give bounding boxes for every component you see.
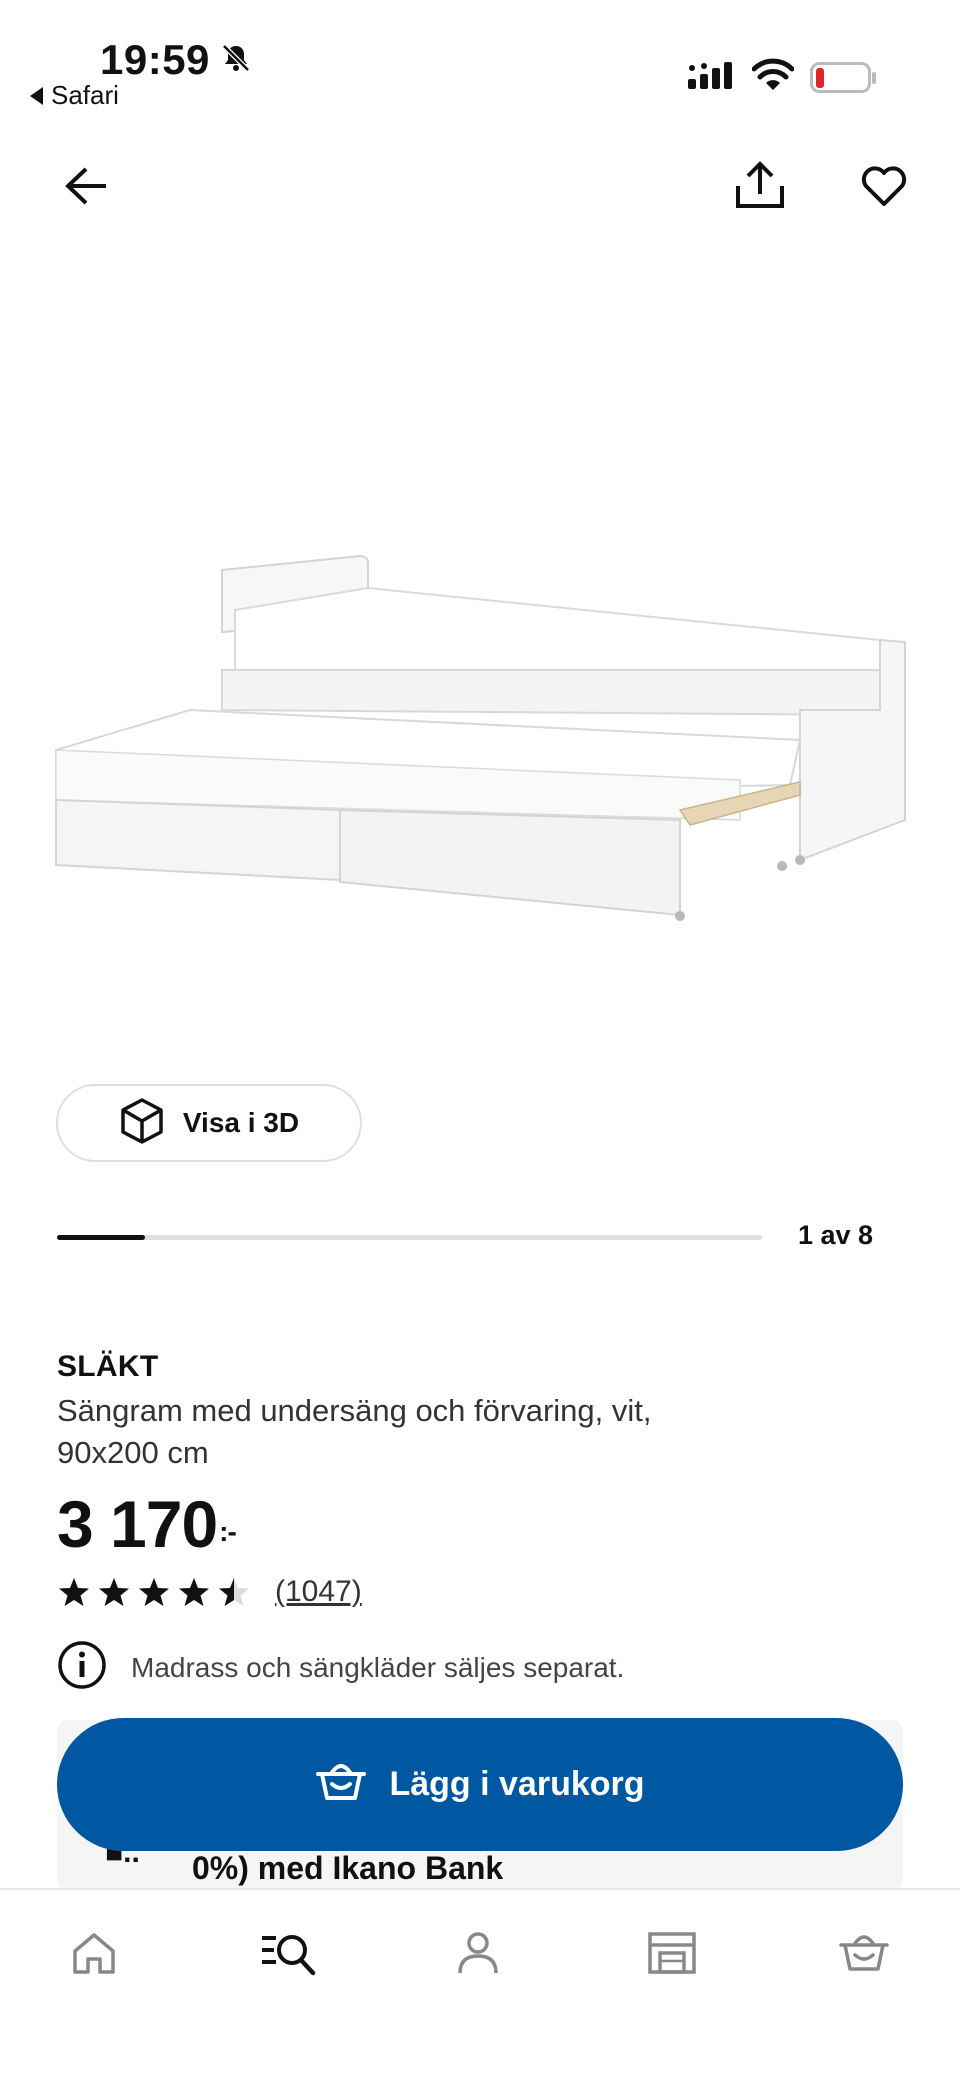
product-image[interactable] bbox=[40, 520, 920, 940]
cube-icon bbox=[119, 1097, 165, 1150]
basket-icon bbox=[315, 1760, 367, 1809]
cellular-signal-icon bbox=[688, 62, 736, 97]
status-bar: 19:59 Safari bbox=[0, 0, 960, 120]
star-icon bbox=[179, 1578, 209, 1606]
share-button[interactable] bbox=[728, 155, 792, 219]
product-notice: Madrass och sängkläder säljes separat. bbox=[57, 1640, 624, 1695]
star-icon bbox=[219, 1578, 249, 1606]
rating-count[interactable]: (1047) bbox=[275, 1575, 362, 1609]
gallery-progress bbox=[57, 1235, 762, 1240]
finance-text: 0%) med Ikano Bank bbox=[192, 1850, 504, 1886]
back-triangle-icon bbox=[30, 86, 43, 105]
back-app-label: Safari bbox=[51, 80, 119, 110]
cart-icon bbox=[838, 1931, 890, 1980]
home-icon bbox=[71, 1931, 117, 1980]
tab-home[interactable] bbox=[54, 1920, 134, 1990]
tab-cart[interactable] bbox=[824, 1920, 904, 1990]
status-time: 19:59 bbox=[100, 36, 210, 83]
product-rating[interactable]: (1047) bbox=[57, 1575, 362, 1609]
heart-icon bbox=[861, 165, 907, 212]
tab-profile[interactable] bbox=[438, 1920, 518, 1990]
rating-stars bbox=[57, 1576, 251, 1608]
view-3d-button[interactable]: Visa i 3D bbox=[56, 1084, 362, 1162]
share-icon bbox=[734, 160, 786, 215]
battery-icon bbox=[810, 62, 878, 99]
info-icon bbox=[57, 1640, 107, 1695]
profile-icon bbox=[456, 1930, 500, 1981]
notice-text: Madrass och sängkläder säljes separat. bbox=[131, 1651, 625, 1683]
gallery-progress-fill bbox=[57, 1235, 146, 1240]
arrow-left-icon bbox=[64, 166, 108, 211]
tab-search[interactable] bbox=[248, 1920, 328, 1990]
tab-store[interactable] bbox=[632, 1920, 712, 1990]
back-to-safari[interactable]: Safari bbox=[30, 80, 119, 111]
store-icon bbox=[647, 1931, 697, 1980]
favourite-button[interactable] bbox=[852, 158, 916, 218]
search-icon bbox=[260, 1930, 316, 1981]
bell-muted-icon bbox=[220, 42, 252, 79]
price-suffix: :- bbox=[219, 1516, 237, 1547]
star-icon bbox=[99, 1578, 129, 1606]
product-price: 3 170 :- bbox=[57, 1486, 237, 1562]
view-3d-label: Visa i 3D bbox=[182, 1107, 300, 1138]
bottom-tab-bar bbox=[0, 1888, 960, 2087]
star-icon bbox=[59, 1578, 89, 1606]
product-description: Sängram med undersäng och förvaring, vit… bbox=[57, 1393, 652, 1470]
gallery-position: 1 av 8 bbox=[798, 1220, 874, 1250]
star-icon bbox=[139, 1578, 169, 1606]
add-to-cart-button[interactable]: Lägg i varukorg bbox=[57, 1718, 903, 1851]
add-to-cart-label: Lägg i varukorg bbox=[389, 1765, 645, 1803]
price-value: 3 170 bbox=[57, 1487, 218, 1561]
wifi-icon bbox=[751, 58, 795, 97]
back-button[interactable] bbox=[56, 158, 116, 218]
product-brand: SLÄKT bbox=[57, 1350, 159, 1383]
